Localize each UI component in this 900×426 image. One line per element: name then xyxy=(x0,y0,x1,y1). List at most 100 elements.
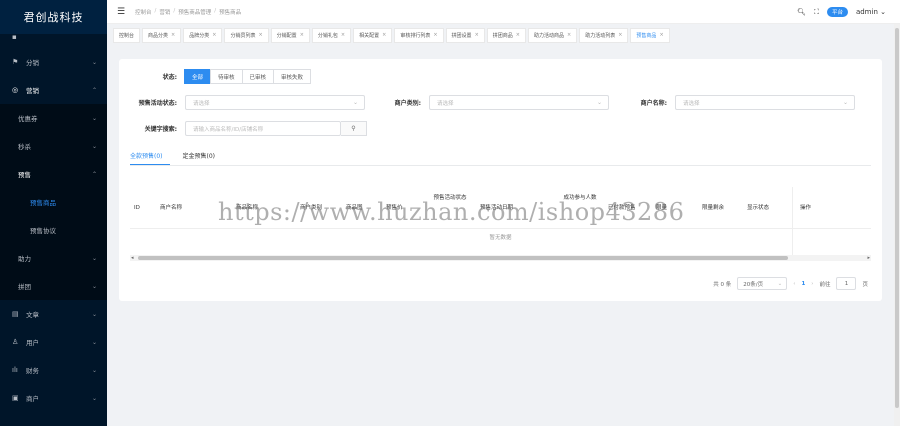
tab-item[interactable]: 分销员列表 × xyxy=(224,27,269,43)
tabs-bar: 控制台 商品分类 × 品牌分类 × 分销员列表 × 分销配置 × 分销礼包 × 相关配置 ×… xyxy=(107,24,894,46)
sidebar-item-article[interactable]: ▤ 文章 ⌄ xyxy=(0,300,107,328)
sidebar-item-presale-agreement[interactable]: 预售协议 xyxy=(0,216,107,244)
user-menu[interactable]: admin ⌄ xyxy=(856,8,886,16)
breadcrumb-item[interactable]: 营销 xyxy=(159,8,170,16)
chevron-up-icon: ⌃ xyxy=(91,170,97,178)
tab-dashboard[interactable]: 控制台 xyxy=(113,27,141,43)
next-page-icon[interactable]: › xyxy=(811,281,813,287)
status-pending-button[interactable]: 待审核 xyxy=(210,69,243,84)
chevron-down-icon: ⌄ xyxy=(91,282,97,290)
keyword-input[interactable]: 请输入商品名称/ID/店铺名称 xyxy=(185,121,341,136)
chevron-down-icon: ⌄ xyxy=(91,338,97,346)
tab-label: 助力活动列表 xyxy=(585,32,616,39)
status-rejected-button[interactable]: 审核失败 xyxy=(273,69,312,84)
tab-label: 审核排行列表 xyxy=(400,32,431,39)
goto-page-input[interactable]: 1 xyxy=(836,277,857,290)
menu-icon: ▪ xyxy=(12,33,17,41)
close-icon[interactable]: × xyxy=(618,32,622,38)
scroll-right-icon[interactable]: ▸ xyxy=(867,255,870,261)
sidebar-item-presale[interactable]: 预售 ⌃ xyxy=(0,160,107,188)
page-unit: 页 xyxy=(862,281,868,288)
scroll-left-icon[interactable]: ◂ xyxy=(131,255,134,261)
search-button[interactable]: ⚲ xyxy=(341,121,367,136)
status-all-button[interactable]: 全部 xyxy=(184,69,212,84)
tab-full-payment[interactable]: 全款预售(0) xyxy=(130,151,163,160)
sidebar-item-finance[interactable]: ılı 财务 ⌄ xyxy=(0,356,107,384)
sidebar-item-presale-products[interactable]: 预售商品 xyxy=(0,188,107,216)
status-segmented: 全部 待审核 已审核 审核失败 xyxy=(184,69,312,84)
breadcrumb-item[interactable]: 预售商品管理 xyxy=(178,8,211,16)
chevron-down-icon: ⌄ xyxy=(91,366,97,374)
breadcrumb-item[interactable]: 控制台 xyxy=(135,8,152,16)
prev-page-icon[interactable]: ‹ xyxy=(793,281,795,287)
close-icon[interactable]: × xyxy=(516,32,520,38)
horizontal-scrollbar[interactable]: ◂ ▸ xyxy=(130,255,871,261)
tab-label: 分销员列表 xyxy=(230,32,256,39)
select-placeholder: 请选择 xyxy=(437,100,454,107)
tab-item[interactable]: 分销配置 × xyxy=(270,27,310,43)
sidebar-item-seckill[interactable]: 秒杀 ⌄ xyxy=(0,132,107,160)
tab-item[interactable]: 相关配置 × xyxy=(353,27,393,43)
page-scrollbar-thumb[interactable] xyxy=(895,28,899,408)
sidebar-item-label: 秒杀 xyxy=(18,143,31,151)
close-icon[interactable]: × xyxy=(659,32,663,38)
close-icon[interactable]: × xyxy=(171,32,175,38)
close-icon[interactable]: × xyxy=(433,32,437,38)
tab-presale-products[interactable]: 预售商品 × xyxy=(630,27,670,43)
sidebar-item-coupon[interactable]: 优惠券 ⌄ xyxy=(0,104,107,132)
scrollbar-thumb[interactable] xyxy=(138,256,788,260)
activity-status-select[interactable]: 请选择 ⌄ xyxy=(185,95,365,110)
tab-item[interactable]: 拼团设置 × xyxy=(445,27,485,43)
page-scrollbar[interactable] xyxy=(894,24,900,426)
tab-deposit[interactable]: 定金预售(0) xyxy=(183,151,216,160)
globe-icon: ◎ xyxy=(12,86,19,94)
sidebar-item-group[interactable]: 拼团 ⌄ xyxy=(0,272,107,300)
flag-icon: ⚑ xyxy=(12,58,19,66)
tab-label: 预售商品 xyxy=(636,32,657,39)
chevron-down-icon: ⌄ xyxy=(880,8,886,16)
close-icon[interactable]: × xyxy=(341,32,345,38)
active-tab-indicator xyxy=(130,164,170,165)
merchant-type-select[interactable]: 请选择 ⌄ xyxy=(429,95,609,110)
merchant-name-select[interactable]: 请选择 ⌄ xyxy=(675,95,855,110)
tab-item[interactable]: 助力活动商品 × xyxy=(527,27,578,43)
tab-item[interactable]: 商品分类 × xyxy=(142,27,182,43)
tab-label: 分销礼包 xyxy=(317,32,338,39)
sidebar-item-label: 用户 xyxy=(26,339,39,347)
sidebar-item-label: 预售商品 xyxy=(30,199,56,207)
search-icon[interactable]: 🔍︎ xyxy=(797,8,806,16)
sidebar-item-assist[interactable]: 助力 ⌄ xyxy=(0,244,107,272)
tab-item[interactable]: 分销礼包 × xyxy=(311,27,352,43)
close-icon[interactable]: × xyxy=(475,32,479,38)
merchant-name-row: 商户名称: 请选择 ⌄ xyxy=(627,95,855,110)
sidebar-item-merchant[interactable]: ▣ 商户 ⌄ xyxy=(0,384,107,412)
column-header: 限量剩余 xyxy=(702,205,725,211)
sidebar-item-label: 助力 xyxy=(18,255,31,263)
input-placeholder: 请输入商品名称/ID/店铺名称 xyxy=(193,126,264,133)
sidebar-item-hidden[interactable]: ▪ xyxy=(0,26,107,48)
close-icon[interactable]: × xyxy=(567,32,571,38)
chevron-down-icon: ⌄ xyxy=(91,394,97,402)
close-icon[interactable]: × xyxy=(300,32,304,38)
goto-label: 前往 xyxy=(819,281,831,288)
page-size-select[interactable]: 20条/页 ⌄ xyxy=(737,277,788,290)
tab-item[interactable]: 审核排行列表 × xyxy=(394,27,444,43)
tab-label: 分销配置 xyxy=(276,32,297,39)
close-icon[interactable]: × xyxy=(212,32,216,38)
tab-item[interactable]: 品牌分类 × xyxy=(183,27,223,43)
status-approved-button[interactable]: 已审核 xyxy=(241,69,275,84)
merchant-name-label: 商户名称: xyxy=(640,100,667,107)
menu-toggle-icon[interactable]: ☰ xyxy=(117,7,129,17)
tab-item[interactable]: 拼团商品 × xyxy=(486,27,526,43)
sidebar-item-user[interactable]: ♙ 用户 ⌄ xyxy=(0,328,107,356)
chevron-down-icon: ⌄ xyxy=(596,99,602,106)
sidebar-item-distribution[interactable]: ⚑ 分销 ⌄ xyxy=(0,48,107,76)
close-icon[interactable]: × xyxy=(382,32,386,38)
breadcrumb: 控制台 / 营销 / 预售商品管理 / 预售商品 xyxy=(135,7,242,16)
tab-item[interactable]: 助力活动列表 × xyxy=(579,27,629,43)
sidebar-item-marketing[interactable]: ◎ 营销 ⌃ xyxy=(0,76,107,104)
close-icon[interactable]: × xyxy=(258,32,262,38)
empty-state: 暂无数据 xyxy=(489,235,512,241)
page-number-current[interactable]: 1 xyxy=(801,281,805,287)
fullscreen-icon[interactable]: ⛶ xyxy=(814,8,819,17)
